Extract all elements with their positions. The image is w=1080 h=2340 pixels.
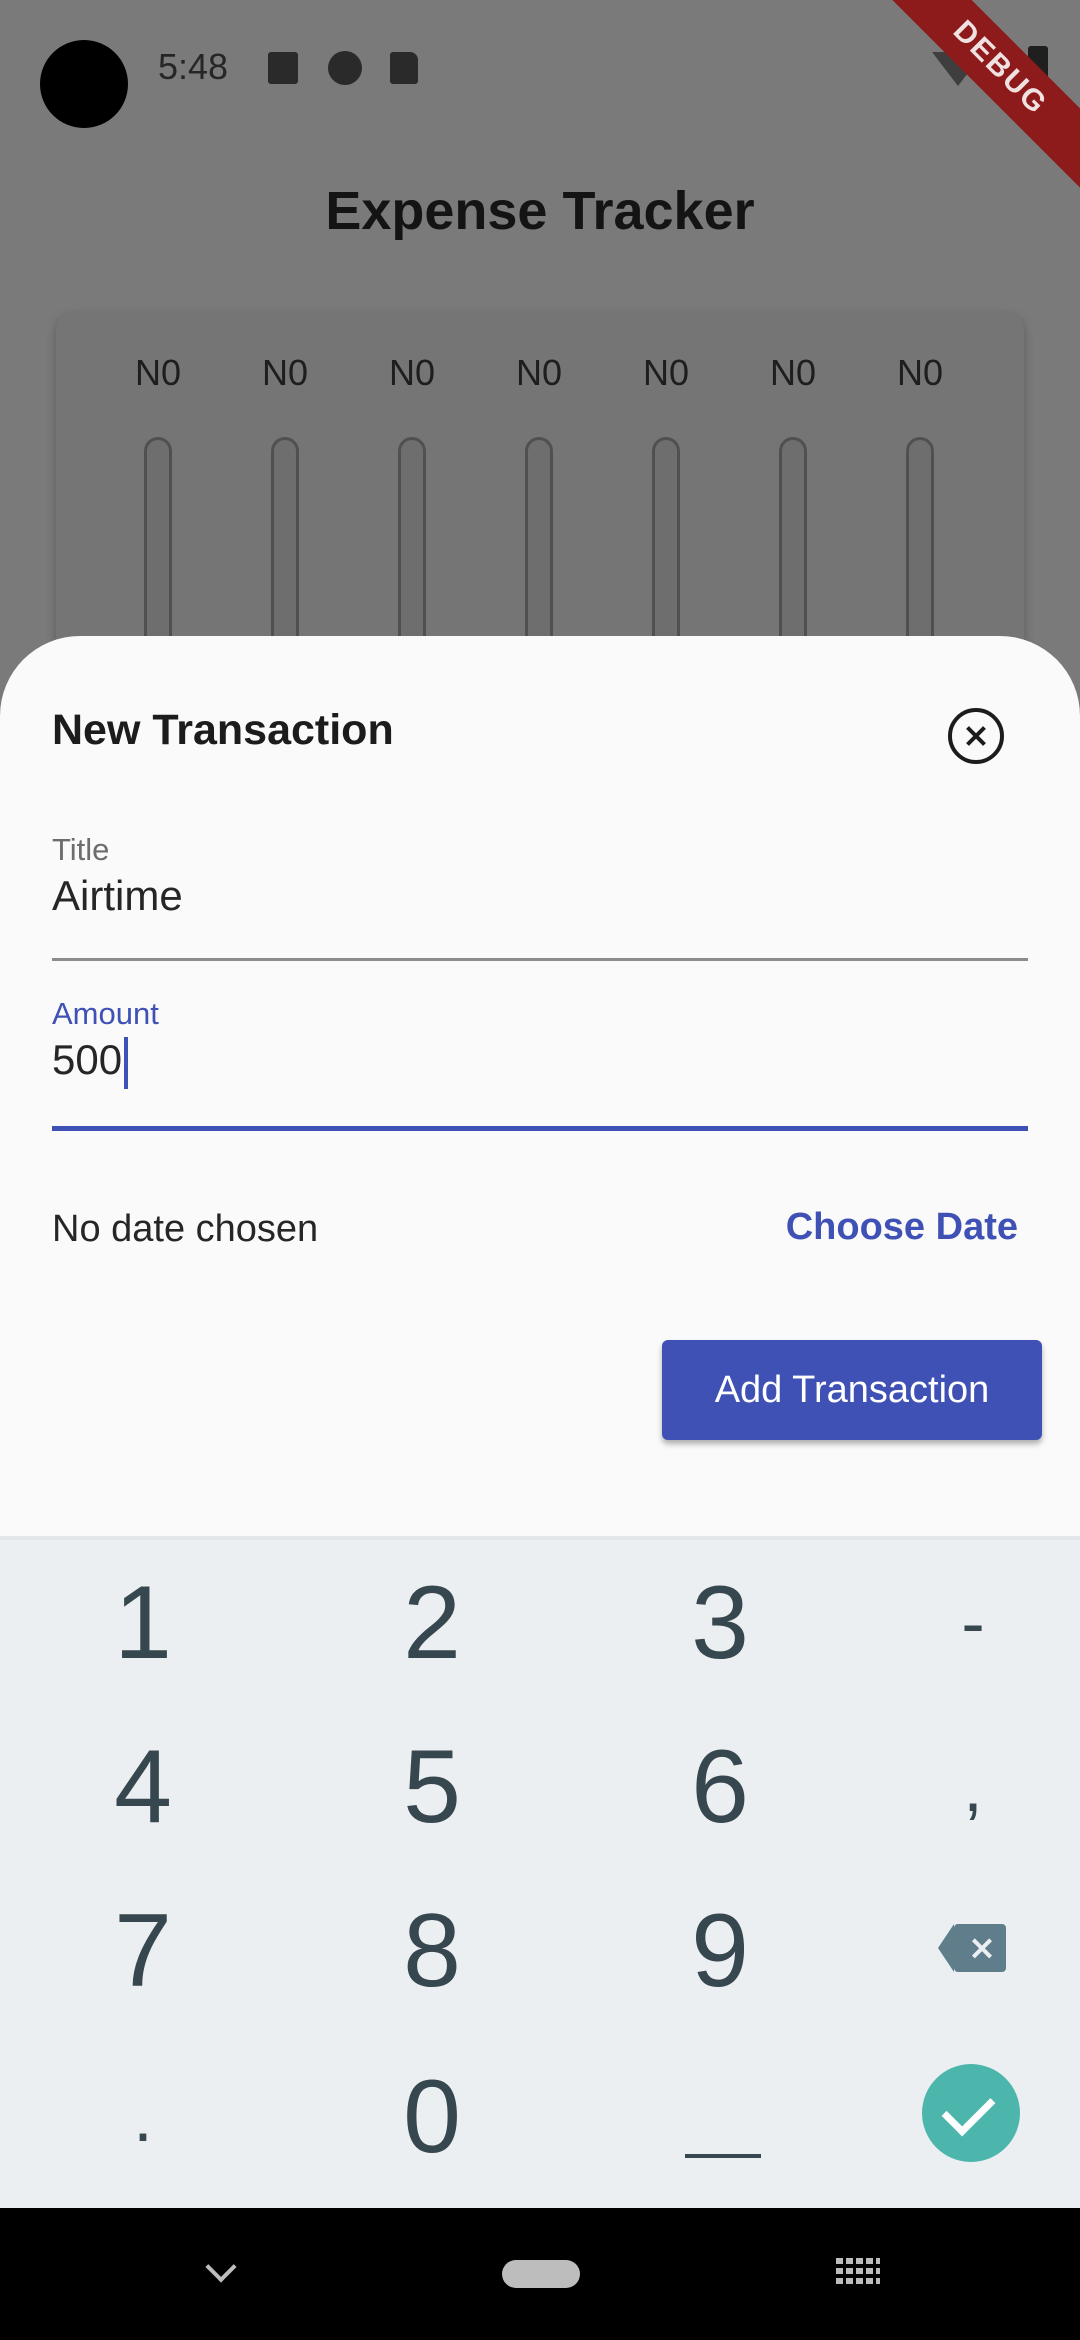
backspace-icon[interactable]: × [938,1924,1006,1972]
key-4[interactable]: 4 [8,1704,278,1870]
chart-bar-label: N0 [642,352,690,393]
numeric-keyboard: 1 2 3 - 4 5 6 , 7 8 9 . 0 _ [0,1536,1080,2208]
notification-account-icon [328,51,362,85]
background-app: 5:48 DEBUG Expense Tracker N0 N0 N0 N0 N… [0,0,1080,732]
key-2[interactable]: 2 [297,1540,567,1706]
chevron-down-icon[interactable] [205,2251,237,2283]
key-comma[interactable]: , [838,1704,1080,1870]
done-check-icon[interactable] [922,2064,1020,2162]
amount-field[interactable]: Amount 500 [52,996,1028,1136]
system-nav-bar [0,2208,1080,2340]
text-cursor [124,1036,129,1089]
title-field[interactable]: Title Airtime [52,832,1028,964]
chart-bar-label: N0 [896,352,944,393]
camera-cutout [40,40,128,128]
amount-field-label: Amount [52,996,159,1031]
chart-bar-label: N0 [388,352,436,393]
key-5[interactable]: 5 [297,1704,567,1870]
close-icon[interactable] [948,708,1004,764]
new-transaction-sheet: New Transaction Title Airtime Amount 500… [0,636,1080,1536]
keyboard-switch-icon[interactable] [836,2258,880,2284]
underscore-glyph [685,2154,761,2158]
key-minus[interactable]: - [838,1540,1080,1706]
chart-bar-label: N0 [261,352,309,393]
key-underscore[interactable]: _ [585,2034,855,2200]
key-3[interactable]: 3 [585,1540,855,1706]
key-6[interactable]: 6 [585,1704,855,1870]
key-0[interactable]: 0 [297,2034,567,2200]
key-1[interactable]: 1 [8,1540,278,1706]
amount-field-underline [52,1126,1028,1131]
app-title: Expense Tracker [325,181,755,241]
chart-bar-label: N0 [769,352,817,393]
title-field-label: Title [52,832,110,867]
backspace-x: × [967,1928,997,1968]
choose-date-button[interactable]: Choose Date [786,1206,1018,1249]
chart-bar-label: N0 [515,352,563,393]
home-pill-icon[interactable] [502,2260,580,2288]
add-transaction-button[interactable]: Add Transaction [662,1340,1042,1440]
backspace-tip [938,1924,954,1972]
chart-bar-label: N0 [134,352,182,393]
key-period[interactable]: . [8,2034,278,2200]
sheet-title: New Transaction [52,706,394,754]
amount-input[interactable]: 500 [52,1036,129,1089]
amount-input-value: 500 [52,1036,123,1083]
key-9[interactable]: 9 [585,1868,855,2034]
status-time: 5:48 [158,46,229,87]
key-7[interactable]: 7 [8,1868,278,2034]
title-input[interactable]: Airtime [52,872,183,920]
notification-a-icon [268,52,298,84]
title-field-underline [52,958,1028,961]
sd-card-icon [390,52,418,84]
key-8[interactable]: 8 [297,1868,567,2034]
date-status: No date chosen [52,1208,319,1250]
